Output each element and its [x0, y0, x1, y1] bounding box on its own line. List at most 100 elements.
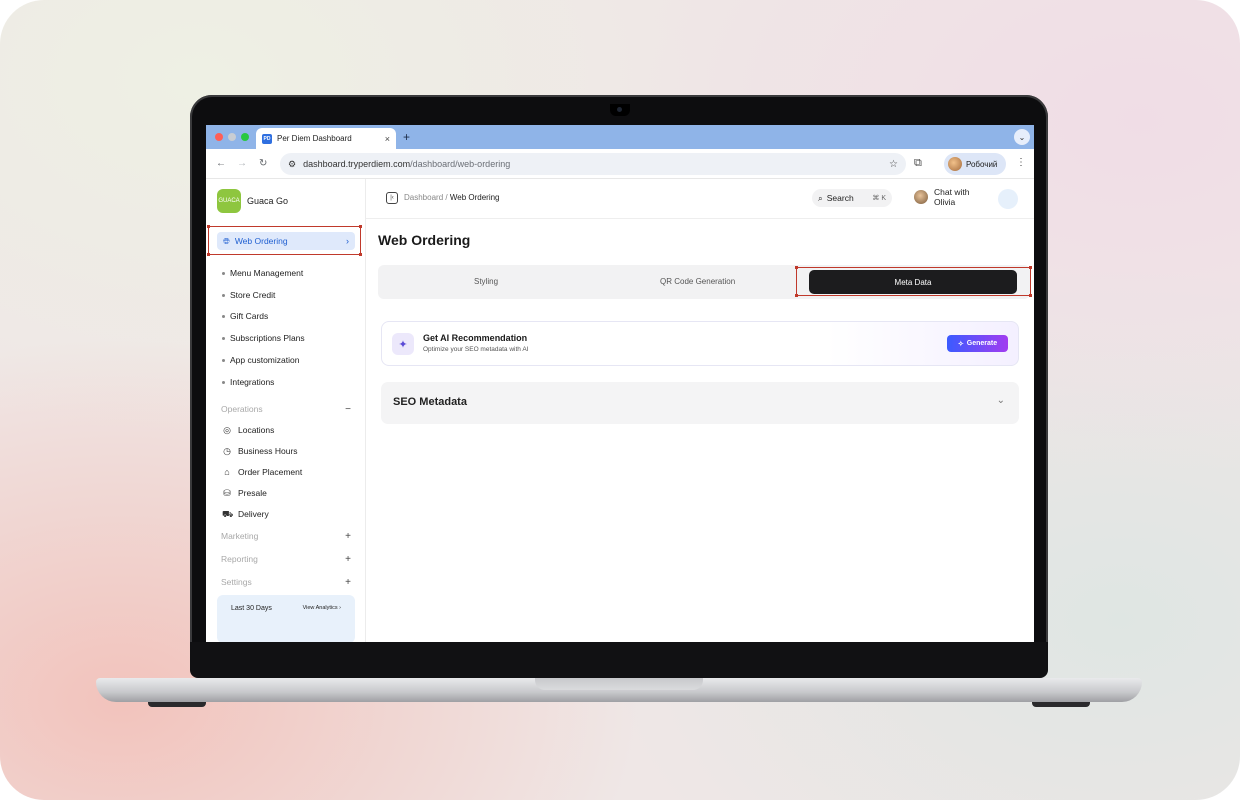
sidebar-item-label: Gift Cards — [230, 311, 269, 321]
sidebar-toggle-icon[interactable]: |‹ — [386, 192, 398, 204]
section-reporting[interactable]: Reporting + — [221, 554, 351, 565]
section-marketing[interactable]: Marketing + — [221, 531, 351, 542]
window-controls — [215, 133, 249, 141]
expand-icon[interactable]: + — [345, 531, 351, 542]
chevron-down-icon[interactable]: ⌄ — [997, 395, 1005, 406]
sidebar-item-store-credit[interactable]: Store Credit — [222, 290, 275, 300]
sidebar-item-label: Integrations — [230, 377, 275, 387]
search-button[interactable]: ⌕ Search ⌘ K — [812, 189, 892, 207]
bag-icon: ⛁ — [223, 488, 231, 498]
section-operations[interactable]: Operations − — [221, 404, 351, 415]
forward-arrow-icon[interactable]: → — [237, 158, 247, 169]
chat-button[interactable]: Chat with Olivia — [914, 187, 969, 207]
sidebar-item-integrations[interactable]: Integrations — [222, 377, 274, 387]
sidebar-item-label: Presale — [238, 488, 267, 498]
back-arrow-icon[interactable]: ← — [216, 158, 226, 169]
highlight-handle — [795, 266, 798, 269]
browser-tab-bar: PD Per Diem Dashboard × + ⌄ — [206, 125, 1034, 149]
sidebar-item-presale[interactable]: ⛁ Presale — [222, 488, 267, 498]
section-label: Marketing — [221, 531, 259, 541]
user-avatar[interactable] — [998, 189, 1018, 209]
bullet — [222, 293, 225, 297]
camera-icon — [617, 107, 622, 112]
chat-avatar — [914, 190, 928, 204]
sidebar-item-order-placement[interactable]: ⌂ Order Placement — [222, 467, 302, 477]
collapse-icon[interactable]: − — [345, 404, 351, 415]
analytics-card: Last 30 Days View Analytics › — [217, 595, 355, 642]
view-analytics-link[interactable]: View Analytics › — [303, 605, 341, 611]
bullet — [222, 358, 225, 362]
highlight-box-tab — [796, 267, 1031, 296]
site-info-icon[interactable]: ⚙ — [288, 159, 296, 170]
breadcrumb: Dashboard / Web Ordering — [404, 193, 500, 202]
profile-avatar — [948, 157, 962, 171]
bullet — [222, 314, 225, 318]
minimize-window-button[interactable] — [228, 133, 236, 141]
highlight-handle — [207, 225, 210, 228]
generate-label: Generate — [966, 340, 998, 347]
browser-tab[interactable]: PD Per Diem Dashboard × — [256, 128, 396, 149]
sidebar-item-gift-cards[interactable]: Gift Cards — [222, 311, 268, 321]
analytics-range: Last 30 Days — [231, 605, 272, 612]
sidebar-item-label: Order Placement — [238, 467, 303, 477]
seo-metadata-label: SEO Metadata — [393, 396, 467, 408]
sidebar-item-label: Locations — [238, 425, 275, 435]
tab-search-chevron-icon[interactable]: ⌄ — [1014, 129, 1030, 145]
address-bar[interactable]: ⚙ dashboard.tryperdiem.com/dashboard/web… — [280, 153, 906, 175]
laptop-base-notch — [535, 678, 703, 690]
new-tab-button[interactable]: + — [403, 130, 410, 144]
sidebar-item-menu-management[interactable]: Menu Management — [222, 268, 303, 278]
tab-title: Per Diem Dashboard — [277, 134, 352, 143]
search-shortcut: ⌘ K — [872, 195, 886, 202]
sidebar-item-locations[interactable]: ◎ Locations — [222, 425, 274, 435]
brand[interactable]: GUACA Guaca Go — [217, 189, 288, 213]
chat-label: Chat with Olivia — [934, 187, 970, 207]
clock-icon: ◷ — [223, 446, 231, 456]
seo-metadata-accordion[interactable]: SEO Metadata ⌄ — [381, 382, 1019, 424]
sidebar-item-label: Business Hours — [238, 446, 298, 456]
close-window-button[interactable] — [215, 133, 223, 141]
sparkle-icon: ✧ — [957, 340, 964, 348]
extensions-icon[interactable]: ⧉ — [914, 157, 922, 170]
breadcrumb-root[interactable]: Dashboard — [404, 193, 443, 202]
maximize-window-button[interactable] — [241, 133, 249, 141]
breadcrumb-separator: / — [445, 193, 448, 202]
tab-close-icon[interactable]: × — [385, 134, 390, 144]
search-icon: ⌕ — [818, 192, 823, 203]
sidebar-item-label: Store Credit — [230, 290, 276, 300]
browser-menu-icon[interactable]: ⋮ — [1016, 157, 1026, 168]
sidebar-item-subscriptions-plans[interactable]: Subscriptions Plans — [222, 333, 305, 343]
tab-qr-code-generation[interactable]: QR Code Generation — [660, 277, 735, 286]
section-label: Reporting — [221, 554, 258, 564]
bullet — [222, 271, 225, 275]
section-label: Settings — [221, 577, 252, 587]
reload-icon[interactable]: ↻ — [259, 158, 267, 169]
expand-icon[interactable]: + — [345, 577, 351, 588]
location-pin-icon: ◎ — [223, 425, 231, 435]
top-bar: |‹ Dashboard / Web Ordering ⌕ Search ⌘ K… — [366, 179, 1034, 219]
page-title: Web Ordering — [378, 232, 471, 248]
search-label: Search — [826, 193, 854, 203]
bookmark-star-icon[interactable]: ☆ — [889, 159, 898, 170]
bullet — [222, 336, 225, 340]
section-settings[interactable]: Settings + — [221, 577, 351, 588]
expand-icon[interactable]: + — [345, 554, 351, 565]
store-icon: ⌂ — [224, 467, 230, 477]
sidebar-item-business-hours[interactable]: ◷ Business Hours — [222, 446, 298, 456]
laptop-chin — [190, 642, 1048, 678]
sidebar: GUACA Guaca Go 🌐︎ Web Ordering › Menu Ma… — [206, 179, 366, 642]
browser-toolbar: ← → ↻ ⚙ dashboard.tryperdiem.com/dashboa… — [206, 149, 1034, 179]
sidebar-item-app-customization[interactable]: App customization — [222, 355, 299, 365]
highlight-handle — [1029, 266, 1032, 269]
highlight-handle — [359, 253, 362, 256]
highlight-handle — [1029, 294, 1032, 297]
brand-logo: GUACA — [217, 189, 241, 213]
generate-button[interactable]: ✧ Generate — [947, 335, 1008, 352]
profile-button[interactable]: Робочий — [944, 153, 1006, 175]
laptop-foot-right — [1032, 702, 1090, 707]
laptop-foot-left — [148, 702, 206, 707]
highlight-handle — [207, 253, 210, 256]
tab-styling[interactable]: Styling — [474, 277, 498, 286]
sidebar-item-delivery[interactable]: ⛟ Delivery — [222, 509, 269, 519]
laptop-screen: PD Per Diem Dashboard × + ⌄ ← → ↻ ⚙ dash… — [206, 125, 1034, 642]
